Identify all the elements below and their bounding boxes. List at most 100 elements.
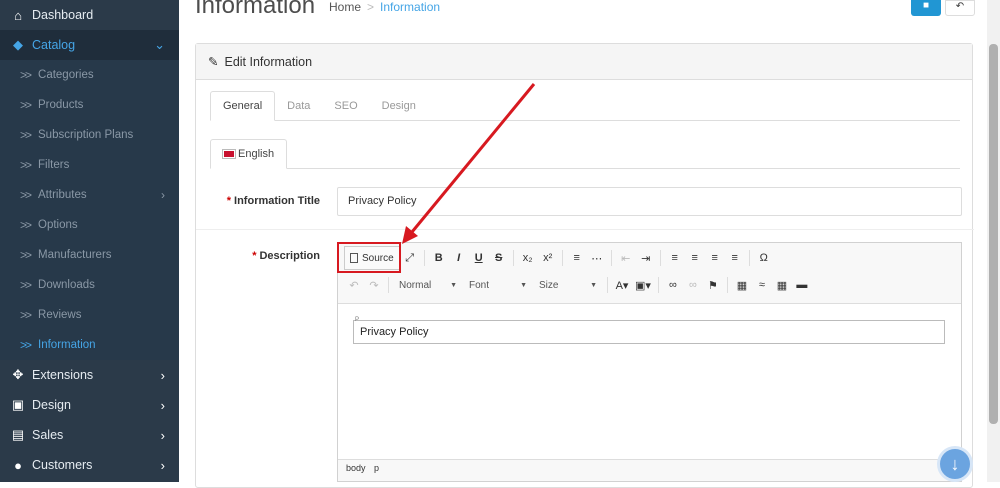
toolbar-separator <box>423 250 425 266</box>
back-button[interactable]: ↶ <box>945 0 975 16</box>
sidebar-subitem-label: Information <box>38 339 96 351</box>
justify-icon[interactable]: ≡ <box>725 248 745 268</box>
anchor-flag-icon[interactable]: ⚑ <box>703 275 723 295</box>
editor-content-area[interactable]: P Privacy Policy <box>338 303 961 460</box>
sidebar-subitem-label: Manufacturers <box>38 249 112 261</box>
special-character-icon[interactable]: Ω <box>754 248 774 268</box>
bold-button[interactable]: B <box>429 248 449 268</box>
catalog-submenu: >> Categories >> Products >> Subscription P… <box>0 60 179 360</box>
sidebar-item-label: Customers <box>32 458 93 472</box>
tab-language-english[interactable]: English <box>210 139 288 169</box>
toolbar-separator <box>607 277 608 293</box>
bulleted-list-icon[interactable]: ⋯ <box>587 248 607 268</box>
path-p[interactable]: p <box>374 463 379 473</box>
align-center-icon[interactable]: ≡ <box>685 248 705 268</box>
subscript-button[interactable]: x₂ <box>518 248 538 268</box>
breadcrumb-home[interactable]: Home <box>329 0 361 14</box>
format-combo-value: Normal <box>399 279 432 291</box>
double-chevron-icon: >> <box>20 308 32 322</box>
chevron-right-icon: › <box>160 457 165 473</box>
horizontal-line-icon[interactable]: ▬ <box>792 275 812 295</box>
double-chevron-icon: >> <box>20 98 32 112</box>
information-title-label: * Information Title <box>210 195 320 207</box>
tab-data[interactable]: Data <box>275 91 322 121</box>
sidebar-item-sales[interactable]: ▤ Sales › <box>0 420 179 450</box>
background-color-icon[interactable]: ▣▾ <box>632 275 654 295</box>
path-body[interactable]: body <box>346 463 366 473</box>
align-right-icon[interactable]: ≡ <box>705 248 725 268</box>
tab-design[interactable]: Design <box>370 91 428 121</box>
save-icon: ■ <box>922 0 930 11</box>
information-title-input[interactable]: Privacy Policy <box>337 187 962 216</box>
sidebar-subitem-products[interactable]: >> Products <box>0 90 179 120</box>
sidebar-item-customers[interactable]: ● Customers › <box>0 450 179 480</box>
size-combo[interactable]: Size ▼ <box>533 276 603 294</box>
sidebar-item-label: Dashboard <box>32 8 94 22</box>
link-icon[interactable]: ∞ <box>663 275 683 295</box>
sidebar-item-label: Sales <box>32 428 64 442</box>
sidebar-item-extensions[interactable]: ✥ Extensions › <box>0 360 179 390</box>
sidebar-item-label: Extensions <box>32 368 94 382</box>
iframe-icon[interactable]: ≈ <box>752 275 772 295</box>
sidebar-subitem-subscription-plans[interactable]: >> Subscription Plans <box>0 120 179 150</box>
undo-icon[interactable]: ↶ <box>344 275 364 295</box>
sidebar-subitem-categories[interactable]: >> Categories <box>0 60 179 90</box>
double-chevron-icon: >> <box>20 158 32 172</box>
align-left-icon[interactable]: ≡ <box>665 248 685 268</box>
language-tabs: English <box>210 139 960 169</box>
page-scrollbar[interactable] <box>987 0 1000 482</box>
table-icon[interactable]: ▦ <box>772 275 792 295</box>
sidebar-item-dashboard[interactable]: ⌂ Dashboard <box>0 0 179 30</box>
double-chevron-icon: >> <box>20 278 32 292</box>
toolbar-separator <box>657 277 659 293</box>
tab-seo[interactable]: SEO <box>322 91 369 121</box>
editor-toolbar-row-1: Source ⤢ B I U S x₂ x² ≡ ⋯ ⇤ ⇥ ≡ ≡ ≡ ≡ Ω <box>344 246 774 270</box>
tab-general[interactable]: General <box>210 91 276 121</box>
sidebar-subitem-information[interactable]: >> Information <box>0 330 179 360</box>
format-combo[interactable]: Normal ▼ <box>393 276 463 294</box>
paragraph-block[interactable]: P Privacy Policy <box>353 317 945 344</box>
indent-icon[interactable]: ⇥ <box>636 248 656 268</box>
sidebar-item-catalog[interactable]: ◆ Catalog ⌄ <box>0 30 179 60</box>
required-asterisk: * <box>252 250 257 262</box>
pencil-icon: ✎ <box>208 55 219 69</box>
breadcrumb-current[interactable]: Information <box>380 0 440 14</box>
sidebar-subitem-filters[interactable]: >> Filters <box>0 150 179 180</box>
sidebar-subitem-label: Filters <box>38 159 70 171</box>
underline-button[interactable]: U <box>469 248 489 268</box>
sidebar-subitem-manufacturers[interactable]: >> Manufacturers <box>0 240 179 270</box>
font-combo[interactable]: Font ▼ <box>463 276 533 294</box>
unlink-icon[interactable]: ∞ <box>683 275 703 295</box>
maximize-icon[interactable]: ⤢ <box>400 248 420 268</box>
size-combo-value: Size <box>539 279 559 291</box>
image-icon[interactable]: ▦ <box>732 275 752 295</box>
sidebar-item-design[interactable]: ▣ Design › <box>0 390 179 420</box>
breadcrumb-separator-icon: > <box>367 0 375 14</box>
double-chevron-icon: >> <box>20 188 32 202</box>
sidebar-subitem-attributes[interactable]: >> Attributes › <box>0 180 179 210</box>
label-text: Information Title <box>234 195 320 207</box>
sidebar-subitem-label: Subscription Plans <box>38 129 134 141</box>
sidebar: ⌂ Dashboard ◆ Catalog ⌄ >> Categories >> P… <box>0 0 179 482</box>
outdent-icon[interactable]: ⇤ <box>616 248 636 268</box>
italic-button[interactable]: I <box>449 248 469 268</box>
sidebar-subitem-label: Categories <box>38 69 94 81</box>
sidebar-subitem-options[interactable]: >> Options <box>0 210 179 240</box>
strikethrough-button[interactable]: S <box>489 248 509 268</box>
sidebar-item-label: Catalog <box>32 38 76 52</box>
redo-icon[interactable]: ↷ <box>364 275 384 295</box>
panel-title: Edit Information <box>224 54 313 69</box>
description-label: * Description <box>210 250 320 262</box>
save-button[interactable]: ■ <box>911 0 941 16</box>
scrollbar-thumb[interactable] <box>989 44 998 424</box>
text-color-icon[interactable]: A▾ <box>612 275 632 295</box>
element-path-bar: body p <box>346 463 385 473</box>
sidebar-subitem-reviews[interactable]: >> Reviews <box>0 300 179 330</box>
superscript-button[interactable]: x² <box>538 248 558 268</box>
numbered-list-icon[interactable]: ≡ <box>567 248 587 268</box>
puzzle-icon: ✥ <box>12 367 24 382</box>
sidebar-subitem-downloads[interactable]: >> Downloads <box>0 270 179 300</box>
toolbar-separator <box>659 250 661 266</box>
dropdown-arrow-icon: ▼ <box>450 281 457 289</box>
download-arrow-icon[interactable]: ↓ <box>937 446 973 482</box>
